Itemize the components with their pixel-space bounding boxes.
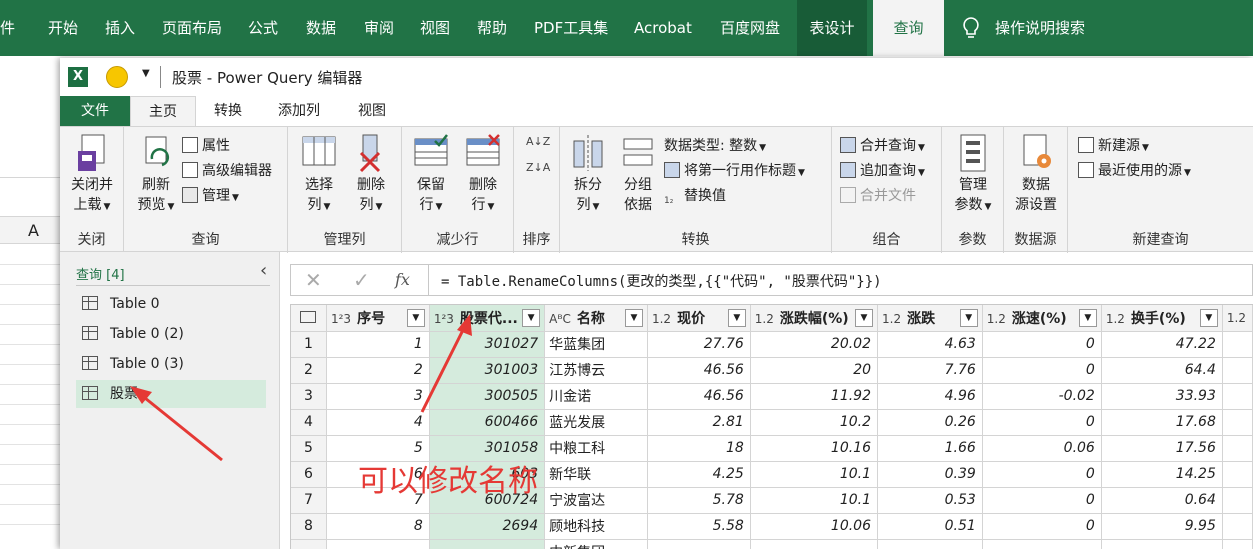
annotation-arrows <box>130 314 472 462</box>
arrow-to-column-header <box>420 314 472 413</box>
annotation-text: 可以修改名称 <box>358 464 538 499</box>
arrow-to-query <box>130 386 223 462</box>
